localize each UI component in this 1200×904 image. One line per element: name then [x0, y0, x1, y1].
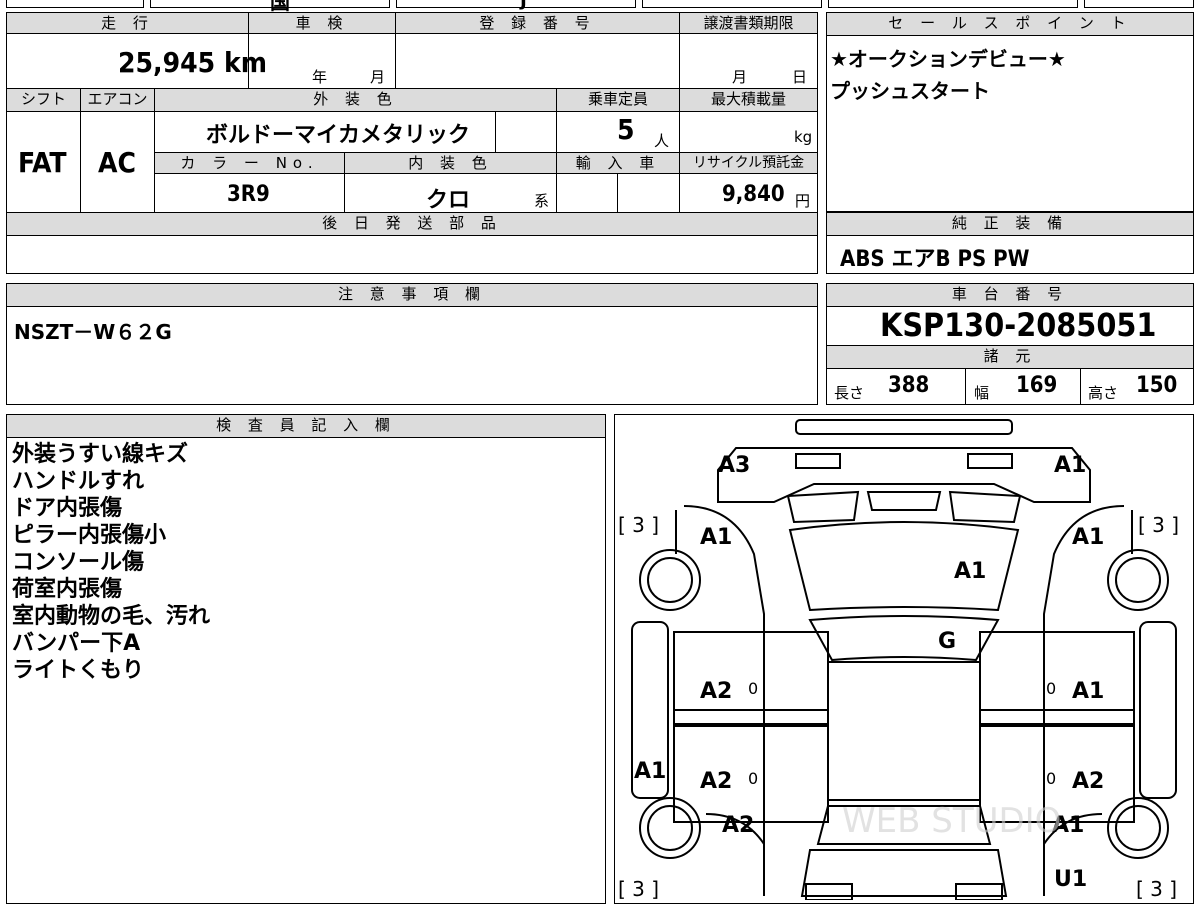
inspector-line: 外装うすい線キズ: [12, 442, 189, 467]
mark-front-door-right: A1: [1072, 679, 1104, 704]
inspector-line: コンソール傷: [12, 550, 145, 575]
interior-header: 内 装 色: [344, 152, 557, 174]
inspection-month: 月: [370, 68, 386, 86]
mark-rear-right: U1: [1054, 867, 1087, 892]
import-cell-b: [617, 173, 680, 213]
import-header: 輸 入 車: [556, 152, 680, 174]
mark-rear-fender-left: A2: [722, 813, 754, 838]
exterior-header: 外 装 色: [154, 88, 557, 112]
mileage-value: 25,945 km: [118, 46, 267, 79]
capacity-unit: 人: [654, 132, 670, 150]
transfer-header: 譲渡書類期限: [679, 12, 818, 34]
mark-fender-right: A1: [1072, 525, 1104, 550]
shift-header: シフト: [6, 88, 81, 112]
inspector-line: ライトくもり: [12, 658, 145, 683]
door-zero: 0: [748, 679, 758, 698]
mark-hood: A1: [954, 559, 986, 584]
inspector-line: ピラー内張傷小: [12, 523, 167, 548]
maxload-unit: kg: [794, 128, 813, 146]
length-value: 388: [888, 373, 930, 398]
recycle-value: 9,840: [722, 182, 785, 207]
width-label: 幅: [974, 384, 990, 402]
capacity-value: 5: [617, 113, 635, 146]
tire-mark-front-right: [ 3 ]: [1138, 513, 1179, 537]
equipment-value: ABS エアB PS PW: [840, 247, 1030, 272]
exterior-extra-cell: [495, 111, 557, 153]
exterior-value: ボルドーマイカメタリック: [206, 123, 471, 148]
inspector-line: ハンドルすれ: [12, 469, 145, 494]
inspector-line: ドア内張傷: [12, 496, 123, 521]
sales-point-line-2: プッシュスタート: [830, 79, 990, 103]
top-strip: 国 j: [0, 0, 1200, 14]
registration-header: 登 録 番 号: [395, 12, 680, 34]
inspector-line: バンパー下A: [12, 631, 141, 656]
car-diagram: A3 A1 A1 A1 A1 G A2 A1 A2 A2 A1 A2 A1 U1…: [618, 419, 1179, 900]
transfer-day: 日: [792, 68, 808, 86]
inspector-list: 外装うすい線キズ ハンドルすれ ドア内張傷 ピラー内張傷小 コンソール傷 荷室内…: [12, 441, 210, 684]
shift-value: FAT: [18, 146, 67, 179]
mark-front-left: A3: [718, 453, 750, 478]
height-value: 150: [1136, 373, 1178, 398]
mark-rear-door-right: A2: [1072, 769, 1104, 794]
equipment-header: 純 正 装 備: [826, 212, 1194, 236]
top-text-2: j: [520, 0, 527, 10]
recycle-header: リサイクル預託金: [679, 152, 818, 174]
tire-mark-front-left: [ 3 ]: [618, 513, 659, 537]
mark-windshield: G: [938, 629, 956, 654]
ac-value: AC: [98, 146, 136, 179]
sales-points-block: [826, 12, 1194, 212]
inspection-header: 車 検: [248, 12, 396, 34]
length-label: 長さ: [834, 384, 865, 402]
notes-value: NSZT－W６２G: [14, 320, 172, 344]
height-label: 高さ: [1088, 384, 1119, 402]
mark-front-door-left: A2: [700, 679, 732, 704]
door-zero: 0: [748, 769, 758, 788]
mileage-header: 走 行: [6, 12, 249, 34]
tire-mark-rear-left: [ 3 ]: [618, 877, 659, 900]
later-parts-header: 後 日 発 送 部 品: [6, 212, 818, 236]
recycle-unit: 円: [795, 192, 811, 210]
registration-cell: [395, 33, 680, 89]
inspector-line: 室内動物の毛、汚れ: [12, 604, 211, 629]
transfer-month: 月: [732, 68, 748, 86]
color-no-value: 3R9: [227, 182, 270, 207]
mark-rear-door-left: A2: [700, 769, 732, 794]
interior-suffix: 系: [534, 192, 550, 210]
width-value: 169: [1016, 373, 1058, 398]
inspector-line: 荷室内張傷: [12, 577, 123, 602]
notes-header: 注 意 事 項 欄: [6, 283, 818, 307]
mark-fender-left: A1: [700, 525, 732, 550]
interior-value: クロ: [426, 188, 471, 213]
ac-header: エアコン: [80, 88, 155, 112]
inspection-year: 年: [312, 68, 328, 86]
door-zero: 0: [1046, 679, 1056, 698]
sales-points-header: セ ー ル ス ポ イ ン ト: [826, 12, 1194, 36]
specs-header: 諸 元: [826, 345, 1194, 369]
inspector-header: 検 査 員 記 入 欄: [6, 414, 606, 438]
sales-point-line-1: ★オークションデビュー★: [830, 47, 1066, 71]
tire-mark-rear-right: [ 3 ]: [1136, 877, 1177, 900]
chassis-header: 車 台 番 号: [826, 283, 1194, 307]
mark-front-right: A1: [1054, 453, 1086, 478]
import-cell-a: [556, 173, 618, 213]
chassis-value: KSP130-2085051: [880, 306, 1157, 344]
watermark: WEB STUDIO: [842, 801, 1061, 841]
mark-side-left: A1: [634, 759, 666, 784]
color-no-header: カ ラ ー No.: [154, 152, 345, 174]
door-zero: 0: [1046, 769, 1056, 788]
maxload-header: 最大積載量: [679, 88, 818, 112]
capacity-header: 乗車定員: [556, 88, 680, 112]
